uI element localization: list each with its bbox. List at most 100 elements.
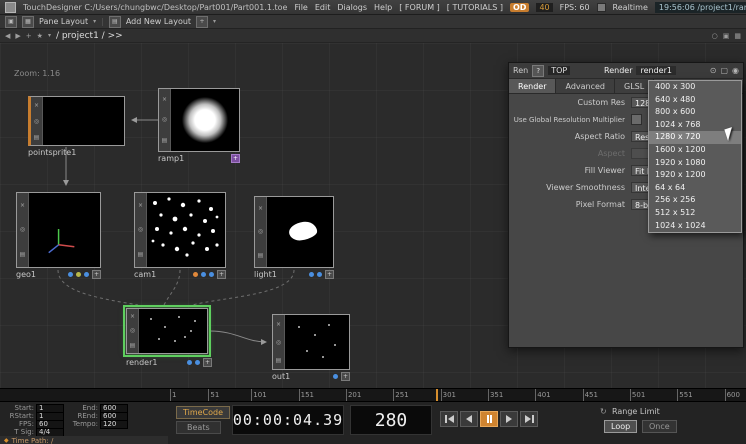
- x-icon[interactable]: ×: [130, 313, 135, 320]
- target-icon[interactable]: ◎: [162, 116, 167, 123]
- frame-display[interactable]: 280: [350, 405, 432, 435]
- menu-file[interactable]: File: [294, 3, 307, 12]
- once-button[interactable]: Once: [642, 420, 677, 433]
- node-geo1[interactable]: × ◎ ▤: [16, 192, 101, 268]
- node-flag-plus[interactable]: +: [341, 372, 350, 381]
- node-toggle-strip[interactable]: × ◎ ▤: [31, 97, 43, 145]
- language-icon[interactable]: ◉: [732, 66, 739, 75]
- tab-advanced[interactable]: Advanced: [556, 79, 615, 93]
- node-toggle-strip[interactable]: × ◎ ▤: [159, 89, 171, 151]
- back-icon[interactable]: ◀: [5, 32, 10, 40]
- viewer-mode-icon[interactable]: ○: [712, 32, 718, 40]
- menu-dialogs[interactable]: Dialogs: [337, 3, 367, 12]
- node-flag-plus[interactable]: +: [203, 358, 212, 367]
- split-pane-icon[interactable]: ▣: [723, 32, 730, 40]
- x-icon[interactable]: ×: [20, 202, 25, 209]
- node-toggle-strip[interactable]: × ◎ ▤: [273, 315, 285, 369]
- menu-item[interactable]: 1920 x 1200: [649, 169, 741, 182]
- play-button[interactable]: [500, 411, 518, 427]
- target-icon[interactable]: ◎: [130, 327, 135, 334]
- global-mult-checkbox[interactable]: [631, 114, 642, 125]
- menu-help[interactable]: Help: [374, 3, 392, 12]
- breadcrumb[interactable]: / project1 / >>: [56, 31, 123, 41]
- add-icon[interactable]: +: [26, 32, 32, 40]
- x-icon[interactable]: ×: [162, 96, 167, 103]
- display-flag[interactable]: [187, 360, 192, 365]
- od-badge[interactable]: OD: [510, 3, 529, 12]
- menu-item[interactable]: 400 x 300: [649, 81, 741, 94]
- node-render1[interactable]: × ◎ ▤: [126, 308, 208, 354]
- rows-icon[interactable]: ▤: [130, 342, 136, 349]
- display-flag[interactable]: [68, 272, 73, 277]
- menu-item[interactable]: 256 x 256: [649, 194, 741, 207]
- display-flag[interactable]: [193, 272, 198, 277]
- node-flag-plus[interactable]: +: [217, 270, 226, 279]
- render-flag[interactable]: [76, 272, 81, 277]
- node-flag-plus[interactable]: +: [325, 270, 334, 279]
- node-ramp1[interactable]: × ◎ ▤: [158, 88, 240, 152]
- pane-grid-icon[interactable]: ▦: [734, 32, 741, 40]
- star-icon[interactable]: ★: [37, 32, 43, 40]
- rows-icon[interactable]: ▤: [258, 252, 264, 259]
- forward-icon[interactable]: ▶: [15, 32, 20, 40]
- realtime-checkbox[interactable]: [597, 3, 606, 12]
- x-icon[interactable]: ×: [138, 202, 143, 209]
- layout-icon[interactable]: ▣: [5, 16, 17, 28]
- menu-item[interactable]: 64 x 64: [649, 182, 741, 195]
- node-toggle-strip[interactable]: × ◎ ▤: [17, 193, 29, 267]
- ramp1-add-flag[interactable]: +: [231, 154, 240, 163]
- tutorials-link[interactable]: [ TUTORIALS ]: [447, 3, 503, 12]
- rows-icon[interactable]: ▤: [20, 251, 26, 258]
- add-layout-button[interactable]: +: [196, 16, 208, 28]
- menu-item[interactable]: 1600 x 1200: [649, 144, 741, 157]
- viewer-flag[interactable]: [195, 360, 200, 365]
- op-name-field[interactable]: render1: [636, 66, 675, 75]
- copy-icon[interactable]: ▢: [720, 66, 728, 75]
- menu-edit[interactable]: Edit: [315, 3, 331, 12]
- viewer-flag[interactable]: [333, 374, 338, 379]
- node-out1[interactable]: × ◎ ▤: [272, 314, 350, 370]
- tab-render[interactable]: Render: [509, 79, 556, 93]
- viewer-flag[interactable]: [209, 272, 214, 277]
- node-pointsprite1[interactable]: × ◎ ▤: [28, 96, 125, 146]
- timeline-ruler[interactable]: 1 51 101 151 201 251 301 351 401 451 501…: [0, 388, 746, 401]
- menu-item[interactable]: 640 x 480: [649, 94, 741, 107]
- rows-icon[interactable]: ▤: [109, 16, 121, 28]
- target-icon[interactable]: ◎: [138, 226, 143, 233]
- display-flag[interactable]: [309, 272, 314, 277]
- node-toggle-strip[interactable]: × ◎ ▤: [255, 197, 267, 267]
- loop-button[interactable]: Loop: [604, 420, 637, 433]
- rows-icon[interactable]: ▤: [162, 137, 168, 144]
- tempo-field[interactable]: 120: [100, 420, 128, 429]
- play-reverse-button[interactable]: [460, 411, 478, 427]
- render-flag[interactable]: [201, 272, 206, 277]
- help-icon[interactable]: ?: [532, 65, 544, 77]
- menu-item[interactable]: 512 x 512: [649, 207, 741, 220]
- comment-icon[interactable]: ⊙: [710, 66, 717, 75]
- pane-layout-dropdown[interactable]: Pane Layout: [39, 17, 88, 26]
- x-icon[interactable]: ×: [34, 102, 39, 109]
- viewer-flag[interactable]: [84, 272, 89, 277]
- beats-mode-button[interactable]: Beats: [176, 421, 221, 434]
- forum-link[interactable]: [ FORUM ]: [399, 3, 440, 12]
- time-path-tab[interactable]: ◆ Time Path: /: [0, 436, 168, 444]
- menu-item[interactable]: 800 x 600: [649, 106, 741, 119]
- rows-icon[interactable]: ▤: [138, 251, 144, 258]
- x-icon[interactable]: ×: [258, 205, 263, 212]
- rows-icon[interactable]: ▤: [276, 357, 282, 364]
- rows-icon[interactable]: ▤: [34, 134, 40, 141]
- pause-button[interactable]: [480, 411, 498, 427]
- menu-item[interactable]: 1920 x 1080: [649, 157, 741, 170]
- grid-icon[interactable]: ▦: [22, 16, 34, 28]
- node-light1[interactable]: × ◎ ▤: [254, 196, 334, 268]
- jump-end-button[interactable]: [520, 411, 538, 427]
- timecode-mode-button[interactable]: TimeCode: [176, 406, 230, 419]
- node-toggle-strip[interactable]: × ◎ ▤: [127, 309, 139, 353]
- target-icon[interactable]: ◎: [20, 226, 25, 233]
- node-flag-plus[interactable]: +: [92, 270, 101, 279]
- jump-start-button[interactable]: [440, 411, 458, 427]
- x-icon[interactable]: ×: [276, 321, 281, 328]
- target-icon[interactable]: ◎: [34, 118, 39, 125]
- viewer-flag[interactable]: [317, 272, 322, 277]
- menu-item[interactable]: 1024 x 1024: [649, 220, 741, 233]
